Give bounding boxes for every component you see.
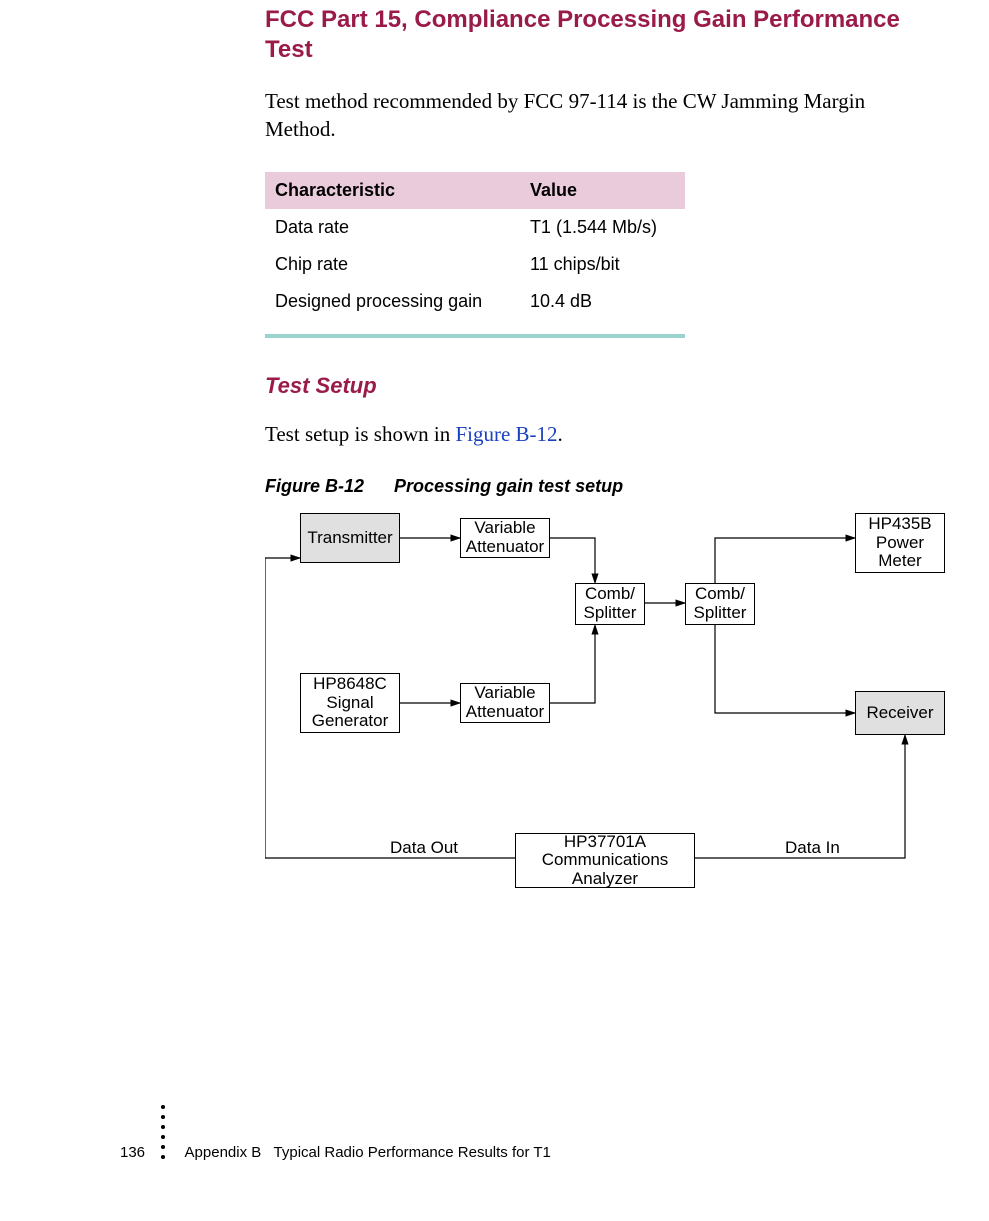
box-receiver: Receiver	[855, 691, 945, 735]
cell-value: 11 chips/bit	[520, 246, 685, 283]
figure-caption-title: Processing gain test setup	[394, 476, 623, 496]
box-variable-attenuator-top: Variable Attenuator	[460, 518, 550, 558]
cell-value: 10.4 dB	[520, 283, 685, 320]
cell-characteristic: Chip rate	[265, 246, 520, 283]
characteristics-table: Characteristic Value Data rate T1 (1.544…	[265, 172, 685, 320]
page-number: 136	[120, 1144, 145, 1161]
figure-caption-number: Figure B-12	[265, 476, 364, 496]
table-row: Designed processing gain 10.4 dB	[265, 283, 685, 320]
footer-dots-icon	[157, 1123, 169, 1183]
box-hp435b-power-meter: HP435B Power Meter	[855, 513, 945, 573]
table-header-value: Value	[520, 172, 685, 209]
table-row: Chip rate 11 chips/bit	[265, 246, 685, 283]
figure-caption: Figure B-12 Processing gain test setup	[265, 476, 929, 497]
intro-paragraph: Test method recommended by FCC 97-114 is…	[265, 87, 929, 144]
appendix-title: Typical Radio Performance Results for T1	[274, 1144, 551, 1161]
box-hp37701a-analyzer: HP37701A Communications Analyzer	[515, 833, 695, 888]
setup-paragraph: Test setup is shown in Figure B-12.	[265, 420, 929, 448]
table-underline	[265, 334, 685, 338]
diagram: Transmitter Variable Attenuator HP435B P…	[265, 513, 965, 933]
table-row: Data rate T1 (1.544 Mb/s)	[265, 209, 685, 246]
figure-link[interactable]: Figure B-12	[455, 422, 557, 446]
page-footer: 136 Appendix B Typical Radio Performance…	[120, 1123, 929, 1183]
setup-text-post: .	[558, 422, 563, 446]
appendix-label: Appendix B	[185, 1144, 262, 1161]
table-header-characteristic: Characteristic	[265, 172, 520, 209]
box-comb-splitter-1: Comb/ Splitter	[575, 583, 645, 625]
box-hp8648c-signal-generator: HP8648C Signal Generator	[300, 673, 400, 733]
label-data-in: Data In	[785, 838, 840, 858]
cell-value: T1 (1.544 Mb/s)	[520, 209, 685, 246]
setup-text-pre: Test setup is shown in	[265, 422, 455, 446]
box-comb-splitter-2: Comb/ Splitter	[685, 583, 755, 625]
subsection-heading: Test Setup	[265, 373, 929, 399]
section-heading: FCC Part 15, Compliance Processing Gain …	[265, 5, 929, 65]
label-data-out: Data Out	[390, 838, 458, 858]
box-transmitter: Transmitter	[300, 513, 400, 563]
box-variable-attenuator-bottom: Variable Attenuator	[460, 683, 550, 723]
cell-characteristic: Designed processing gain	[265, 283, 520, 320]
cell-characteristic: Data rate	[265, 209, 520, 246]
